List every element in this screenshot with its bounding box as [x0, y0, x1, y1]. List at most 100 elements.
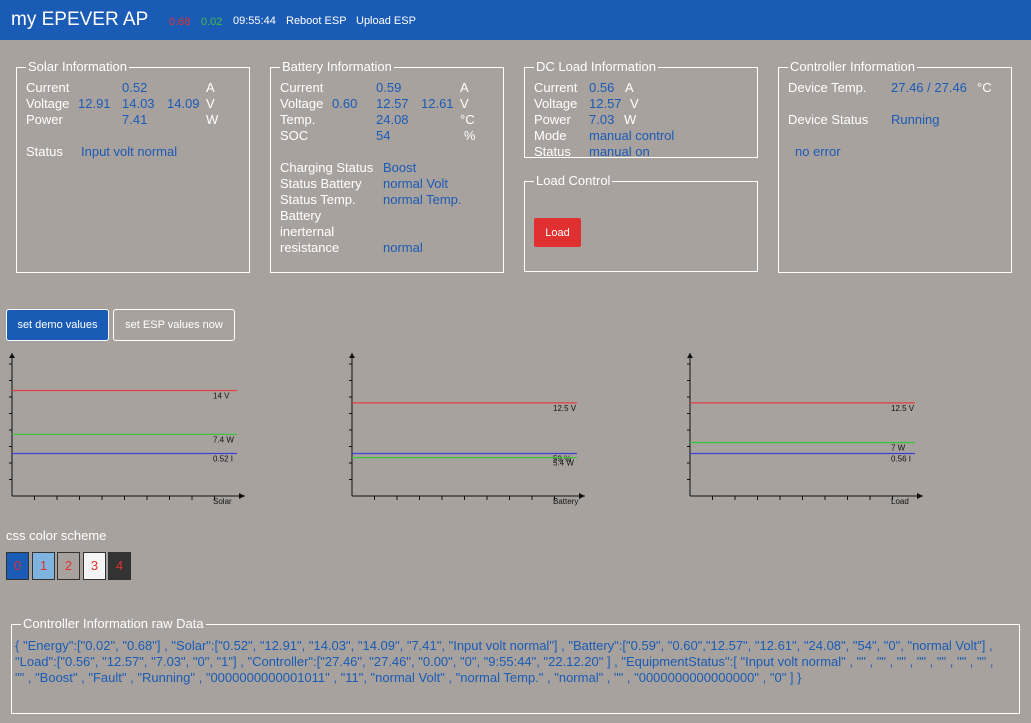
load-current-label: Current	[534, 80, 578, 95]
solar-current-value: 0.52	[122, 80, 148, 95]
load-mode-value: manual control	[589, 128, 675, 143]
load-toggle-button[interactable]: Load	[534, 218, 581, 247]
raw-data-panel: Controller Information raw Data { "Energ…	[11, 616, 1020, 714]
solar-current-unit: A	[206, 80, 215, 95]
battery-status-temp-label: Status Temp.	[280, 192, 356, 207]
series-label: 7.4 W	[213, 435, 234, 444]
load-mode-label: Mode	[534, 128, 567, 143]
y-axis-arrow	[349, 353, 355, 358]
series-label: 0.52 I	[213, 455, 233, 464]
clock-time: 09:55:44	[233, 15, 276, 27]
load-status-value: manual on	[589, 144, 650, 159]
dc-load-info-panel: DC Load Information Current 0.56 A Volta…	[524, 59, 758, 159]
battery-resistance-label-3: resistance	[280, 240, 340, 255]
solar-voltage-value-3: 14.09	[167, 96, 200, 111]
solar-voltage-value-2: 14.03	[122, 96, 155, 111]
load-control-legend: Load Control	[534, 173, 613, 189]
load-power-unit: W	[624, 112, 637, 127]
energy-green-value: 0.02	[201, 16, 223, 28]
upload-esp-link[interactable]: Upload ESP	[356, 15, 416, 27]
x-axis-arrow	[579, 493, 585, 499]
battery-soc-value: 54	[376, 128, 391, 143]
solar-voltage-label: Voltage	[26, 96, 70, 111]
solar-status-label: Status	[26, 144, 63, 159]
color-scheme-swatch-1[interactable]: 1	[32, 552, 55, 580]
top-bar: my EPEVER AP 0.68 0.02 09:55:44 Reboot E…	[0, 0, 1031, 40]
battery-charging-status-label: Charging Status	[280, 160, 374, 175]
solar-voltage-unit: V	[206, 96, 215, 111]
color-scheme-label: css color scheme	[6, 528, 107, 543]
battery-info-legend: Battery Information	[280, 59, 394, 75]
color-scheme-swatch-3[interactable]: 3	[83, 552, 106, 580]
load-chart: 12.5 V 7 W 0.56 I Load	[687, 353, 923, 506]
raw-data-text: { "Energy":["0.02", "0.68"] , "Solar":["…	[15, 638, 994, 685]
set-esp-values-button[interactable]: set ESP values now	[113, 309, 235, 341]
device-temp-label: Device Temp.	[788, 80, 867, 95]
series-label: 5.4 W	[553, 459, 574, 468]
load-voltage-unit: V	[630, 96, 639, 111]
reboot-esp-link[interactable]: Reboot ESP	[286, 15, 347, 27]
load-status-label: Status	[534, 144, 571, 159]
energy-red-value: 0.68	[169, 16, 191, 28]
solar-current-label: Current	[26, 80, 70, 95]
battery-status-temp-value: normal Temp.	[383, 192, 462, 207]
solar-info-panel: Solar Information Current 0.52 A Voltage…	[16, 59, 250, 273]
battery-status-battery-value: normal Volt	[383, 176, 449, 191]
battery-voltage-value-2: 12.57	[376, 96, 409, 111]
battery-status-battery-label: Status Battery	[280, 176, 362, 191]
series-label: 12.5 V	[891, 404, 915, 413]
y-axis-arrow	[687, 353, 693, 358]
load-voltage-label: Voltage	[534, 96, 578, 111]
battery-current-value: 0.59	[376, 80, 402, 95]
battery-resistance-label-2: inerternal	[280, 224, 335, 239]
series-label: 12.5 V	[553, 404, 577, 413]
y-axis-arrow	[9, 353, 15, 358]
load-control-panel: Load Control Load	[524, 173, 758, 272]
battery-voltage-label: Voltage	[280, 96, 324, 111]
device-temp-value: 27.46 / 27.46	[891, 80, 967, 95]
series-label: 14 V	[213, 392, 230, 401]
load-current-unit: A	[625, 80, 634, 95]
solar-power-unit: W	[206, 112, 219, 127]
x-axis-arrow	[917, 493, 923, 499]
battery-chart: 12.5 V59 %5.4 WBattery	[349, 353, 585, 506]
solar-power-label: Power	[26, 112, 63, 127]
raw-data-legend: Controller Information raw Data	[21, 616, 206, 632]
battery-resistance-label-1: Battery	[280, 208, 322, 223]
solar-status-value: Input volt normal	[81, 144, 178, 159]
color-scheme-swatch-4[interactable]: 4	[108, 552, 131, 580]
color-scheme-swatch-2[interactable]: 2	[57, 552, 80, 580]
load-current-value: 0.56	[589, 80, 615, 95]
controller-info-panel: Controller Information Device Temp. 27.4…	[778, 59, 1012, 273]
battery-soc-label: SOC	[280, 128, 309, 143]
solar-power-value: 7.41	[122, 112, 148, 127]
color-scheme-swatch-0[interactable]: 0	[6, 552, 29, 580]
battery-soc-unit: %	[464, 128, 476, 143]
chart-name-label: Battery	[553, 497, 578, 506]
battery-voltage-value-1: 0.60	[332, 96, 358, 111]
load-power-label: Power	[534, 112, 571, 127]
series-label: 0.56 I	[891, 455, 911, 464]
chart-name-label: Solar	[213, 497, 232, 506]
device-temp-unit: °C	[977, 80, 992, 95]
battery-voltage-value-3: 12.61	[421, 96, 454, 111]
load-power-value: 7.03	[589, 112, 615, 127]
load-voltage-value: 12.57	[589, 96, 622, 111]
battery-resistance-value: normal	[383, 240, 423, 255]
battery-temp-label: Temp.	[280, 112, 316, 127]
device-status-label: Device Status	[788, 112, 869, 127]
series-label: 7 W	[891, 444, 906, 453]
chart-name-label: Load	[891, 497, 909, 506]
solar-voltage-value-1: 12.91	[78, 96, 111, 111]
device-status-value: Running	[891, 112, 940, 127]
controller-info-legend: Controller Information	[788, 59, 917, 75]
solar-info-legend: Solar Information	[26, 59, 129, 75]
solar-chart: 14 V 7.4 W 0.52 I Solar	[9, 353, 245, 506]
set-demo-values-button[interactable]: set demo values	[6, 309, 109, 341]
dc-load-info-legend: DC Load Information	[534, 59, 658, 75]
battery-temp-unit: °C	[460, 112, 475, 127]
battery-current-unit: A	[460, 80, 469, 95]
battery-current-label: Current	[280, 80, 324, 95]
battery-voltage-unit: V	[460, 96, 469, 111]
device-error-value: no error	[795, 144, 841, 159]
